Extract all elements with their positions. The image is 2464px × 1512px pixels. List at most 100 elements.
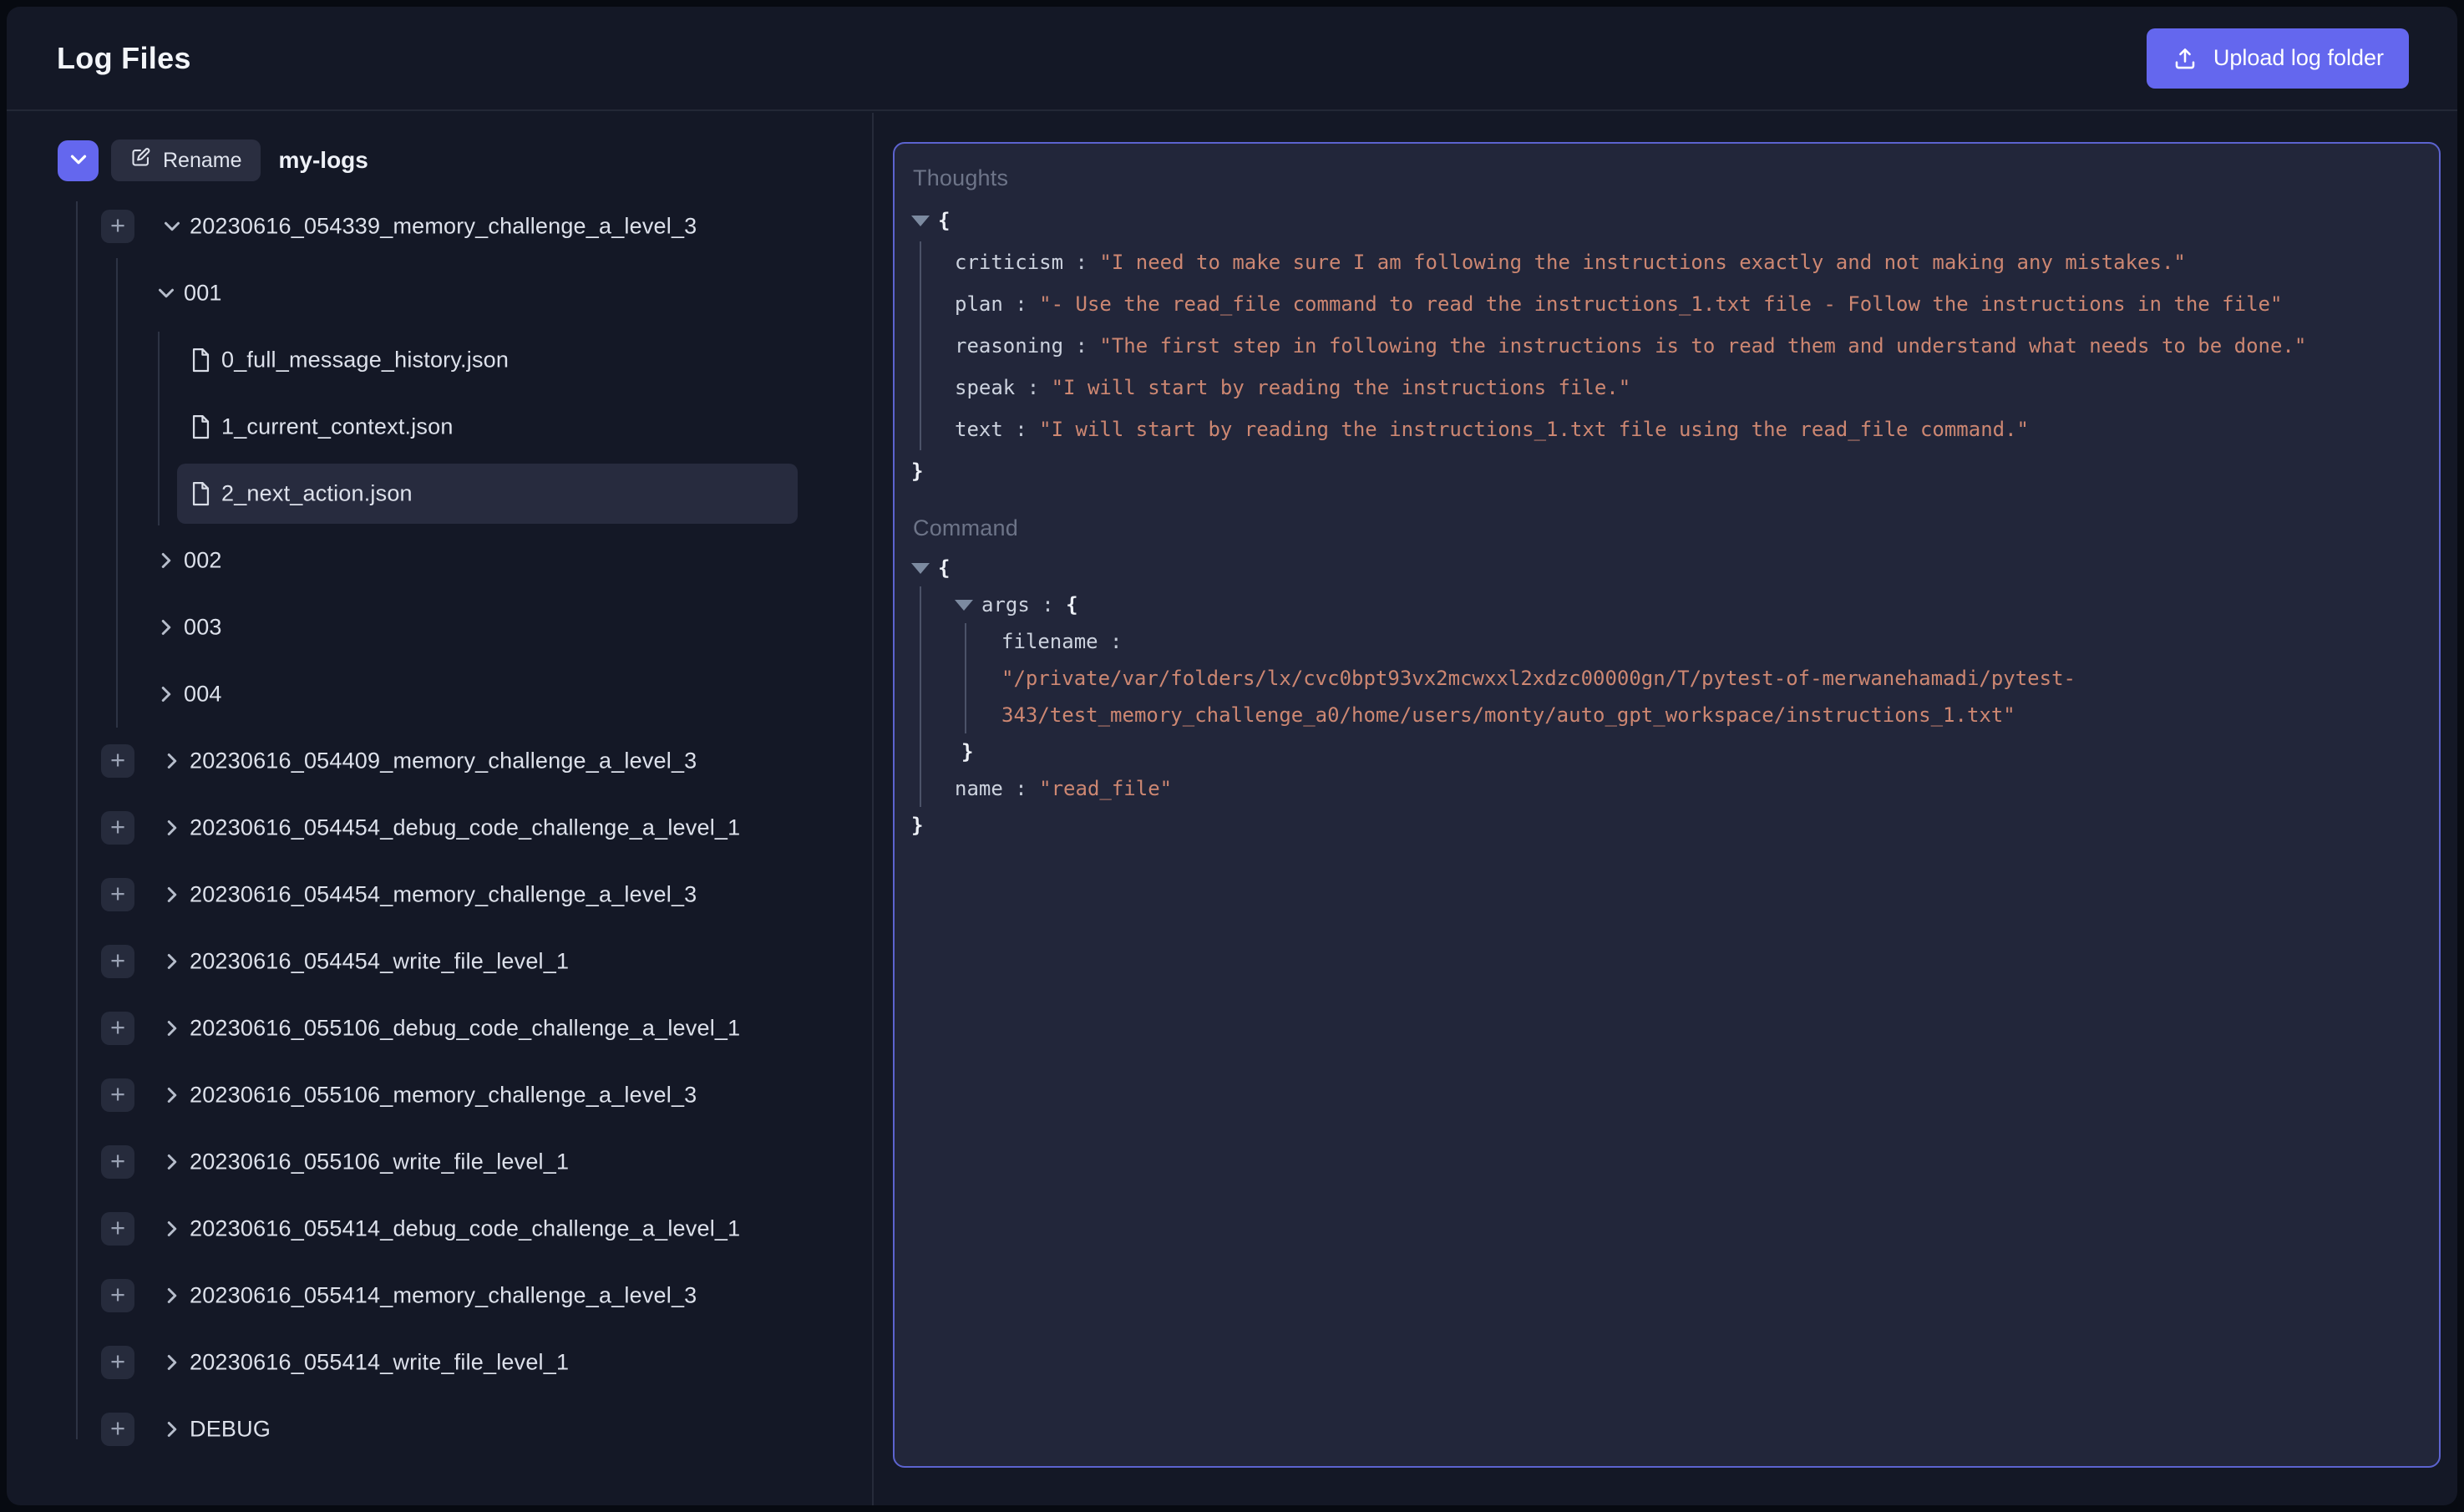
json-string-value: "I will start by reading the instruction…: [1039, 418, 2029, 441]
json-brace: {: [938, 209, 950, 232]
chevron-right-icon[interactable]: [153, 614, 180, 641]
add-tag-button[interactable]: +: [101, 1212, 134, 1246]
json-string-value: "I need to make sure I am following the …: [1099, 251, 2185, 274]
chevron-right-icon[interactable]: [159, 881, 185, 908]
add-tag-button[interactable]: +: [101, 744, 134, 778]
chevron-right-icon[interactable]: [159, 1416, 185, 1443]
json-row: }: [955, 733, 2439, 770]
collapse-triangle-icon[interactable]: [911, 216, 930, 226]
chevron-right-icon[interactable]: [159, 948, 185, 975]
folder-name: 20230616_054454_write_file_level_1: [190, 949, 569, 975]
upload-button-label: Upload log folder: [2213, 45, 2384, 71]
add-tag-button[interactable]: +: [101, 811, 134, 845]
folder-name: 20230616_054339_memory_challenge_a_level…: [190, 214, 697, 240]
json-brace: }: [911, 459, 923, 483]
json-string-value: "/private/var/folders/lx/cvc0bpt93vx2mcw…: [1001, 667, 2076, 690]
json-row: "/private/var/folders/lx/cvc0bpt93vx2mcw…: [1001, 660, 2439, 697]
tree-folder-row[interactable]: +20230616_054454_debug_code_challenge_a_…: [7, 794, 872, 861]
json-brace: {: [1066, 593, 1077, 616]
add-tag-button[interactable]: +: [101, 210, 134, 243]
chevron-right-icon[interactable]: [159, 1015, 185, 1042]
add-tag-button[interactable]: +: [101, 945, 134, 978]
json-row: plan : "- Use the read_file command to r…: [955, 283, 2439, 325]
tree-folder-row[interactable]: +20230616_055106_write_file_level_1: [7, 1129, 872, 1195]
add-tag-button[interactable]: +: [101, 878, 134, 911]
json-row: {: [911, 550, 2439, 586]
tree-folder-row[interactable]: +20230616_054409_memory_challenge_a_leve…: [7, 728, 872, 794]
chevron-right-icon[interactable]: [153, 547, 180, 574]
chevron-right-icon[interactable]: [159, 1149, 185, 1175]
command-json-viewer: {args : {filename :"/private/var/folders…: [911, 550, 2439, 844]
tree-file-row[interactable]: 0_full_message_history.json: [7, 327, 872, 393]
chevron-right-icon[interactable]: [159, 1082, 185, 1109]
json-children: criticism : "I need to make sure I am fo…: [920, 241, 2439, 450]
json-key: name: [955, 777, 1003, 800]
json-string-value: "read_file": [1039, 777, 1172, 800]
file-name: 1_current_context.json: [221, 414, 454, 440]
collapse-triangle-icon[interactable]: [955, 600, 973, 611]
file-tree: +20230616_054339_memory_challenge_a_leve…: [7, 193, 872, 1463]
tree-folder-row[interactable]: +20230616_054454_memory_challenge_a_leve…: [7, 861, 872, 928]
tree-folder-row[interactable]: +20230616_055106_debug_code_challenge_a_…: [7, 995, 872, 1062]
json-key: text: [955, 418, 1003, 441]
json-string-value: 343/test_memory_challenge_a0/home/users/…: [1001, 703, 2015, 727]
rename-button-label: Rename: [163, 149, 242, 173]
json-brace: {: [938, 556, 950, 580]
chevron-down-icon[interactable]: [153, 280, 180, 307]
tree-folder-row[interactable]: +20230616_055414_write_file_level_1: [7, 1329, 872, 1396]
folder-name: 001: [184, 281, 222, 307]
json-key: criticism: [955, 251, 1063, 274]
tree-folder-row[interactable]: +20230616_054339_memory_challenge_a_leve…: [7, 193, 872, 260]
folder-name: 20230616_055106_write_file_level_1: [190, 1149, 569, 1175]
tree-folder-row[interactable]: 001: [7, 260, 872, 327]
file-name: 2_next_action.json: [221, 481, 413, 507]
tree-folder-row[interactable]: +DEBUG: [7, 1396, 872, 1463]
chevron-right-icon[interactable]: [159, 1215, 185, 1242]
tree-file-row[interactable]: 1_current_context.json: [7, 393, 872, 460]
tree-folder-row[interactable]: 002: [7, 527, 872, 594]
tree-folder-row[interactable]: 003: [7, 594, 872, 661]
tree-folder-row[interactable]: 004: [7, 661, 872, 728]
tree-folder-row[interactable]: +20230616_054454_write_file_level_1: [7, 928, 872, 995]
json-row: }: [911, 807, 2439, 844]
add-tag-button[interactable]: +: [101, 1012, 134, 1045]
json-key: plan: [955, 292, 1003, 316]
upload-log-folder-button[interactable]: Upload log folder: [2147, 28, 2409, 89]
chevron-right-icon[interactable]: [153, 681, 180, 708]
root-row: Rename my-logs: [58, 140, 368, 181]
json-brace: }: [961, 740, 973, 764]
rename-button[interactable]: Rename: [111, 140, 261, 181]
chevron-down-icon[interactable]: [159, 213, 185, 240]
thoughts-section: Thoughts {criticism : "I need to make su…: [911, 165, 2439, 492]
add-tag-button[interactable]: +: [101, 1279, 134, 1312]
chevron-right-icon[interactable]: [159, 1349, 185, 1376]
folder-name: 20230616_055414_debug_code_challenge_a_l…: [190, 1216, 740, 1242]
json-colon: :: [1098, 630, 1123, 653]
json-string-value: "- Use the read_file command to read the…: [1039, 292, 2282, 316]
json-key: args: [981, 593, 1030, 616]
main-area: Thoughts {criticism : "I need to make su…: [874, 113, 2457, 1505]
root-collapse-button[interactable]: [58, 140, 99, 181]
json-colon: :: [1003, 292, 1039, 316]
file-icon: [190, 414, 212, 440]
tree-folder-row[interactable]: +20230616_055414_memory_challenge_a_leve…: [7, 1262, 872, 1329]
add-tag-button[interactable]: +: [101, 1413, 134, 1446]
file-name: 0_full_message_history.json: [221, 348, 509, 373]
tree-file-row[interactable]: 2_next_action.json: [7, 460, 872, 527]
add-tag-button[interactable]: +: [101, 1346, 134, 1379]
json-row: 343/test_memory_challenge_a0/home/users/…: [1001, 697, 2439, 733]
collapse-triangle-icon[interactable]: [911, 563, 930, 574]
log-detail-panel: Thoughts {criticism : "I need to make su…: [893, 142, 2441, 1468]
add-tag-button[interactable]: +: [101, 1078, 134, 1112]
thoughts-label: Thoughts: [913, 165, 2439, 191]
pencil-square-icon: [129, 146, 152, 175]
json-string-value: "The first step in following the instruc…: [1099, 334, 2306, 358]
chevron-right-icon[interactable]: [159, 748, 185, 774]
json-row: name : "read_file": [955, 770, 2439, 807]
add-tag-button[interactable]: +: [101, 1145, 134, 1179]
header: Log Files Upload log folder: [7, 7, 2457, 111]
tree-folder-row[interactable]: +20230616_055414_debug_code_challenge_a_…: [7, 1195, 872, 1262]
chevron-right-icon[interactable]: [159, 814, 185, 841]
chevron-right-icon[interactable]: [159, 1282, 185, 1309]
tree-folder-row[interactable]: +20230616_055106_memory_challenge_a_leve…: [7, 1062, 872, 1129]
